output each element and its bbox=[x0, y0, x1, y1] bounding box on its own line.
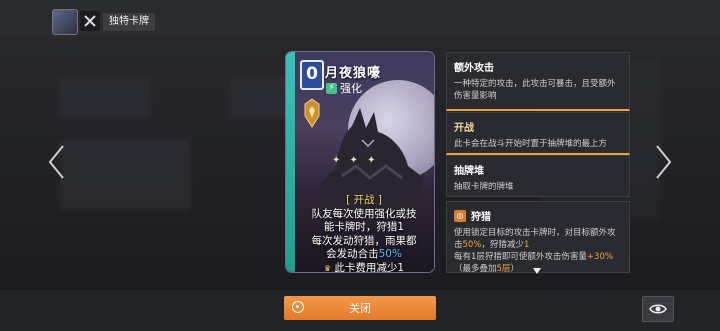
avatar[interactable] bbox=[52, 9, 78, 35]
card-text-line: 队友每次使用强化或技 bbox=[311, 207, 417, 220]
info-body: 此卡会在战斗开始时置于抽牌堆的最上方 bbox=[454, 139, 608, 149]
view-toggle-button[interactable] bbox=[642, 296, 674, 322]
card-cost: 0 bbox=[300, 60, 324, 90]
card-text-line: 能卡牌时，狩猎1 bbox=[323, 221, 405, 233]
info-body: 一种特定的攻击，此攻击可暴击，且受额外伤害量影响 bbox=[454, 79, 616, 101]
cost-reduce-icon: ♛ bbox=[323, 263, 332, 273]
info-title: 狩猎 bbox=[471, 212, 491, 223]
card-text-line: 每次发动狩猎，雨果都 bbox=[311, 234, 417, 247]
card-detail: 0 月夜狼嚎 ⚡ 强化 ✦ ✦ ✦ [ 开战 ] 队友每次使用强化或技 能卡牌时… bbox=[286, 52, 434, 272]
page-title: 独特卡牌 bbox=[103, 13, 155, 31]
card-text-line: ♛ 此卡费用减少1 bbox=[323, 261, 405, 273]
close-button-label: 关闭 bbox=[349, 302, 371, 315]
chevron-right-icon bbox=[656, 145, 672, 179]
info-title: 抽牌堆 bbox=[454, 166, 484, 177]
card-keyword: [ 开战 ] bbox=[346, 194, 382, 206]
info-panel-extra-attack: 额外攻击 一种特定的攻击，此攻击可暴击，且受额外伤害量影响 bbox=[446, 52, 630, 111]
info-title: 额外攻击 bbox=[454, 63, 494, 74]
eye-icon bbox=[649, 304, 667, 314]
scroll-down-indicator-icon[interactable] bbox=[533, 268, 541, 274]
card-text-line: 会发动合击50% bbox=[326, 248, 402, 260]
info-panel-battle-start: 开战 此卡会在战斗开始时置于抽牌堆的最上方 bbox=[446, 112, 630, 155]
card-name: 月夜狼嚎 bbox=[325, 66, 382, 81]
info-title: 开战 bbox=[454, 123, 474, 134]
info-panel-draw-pile: 抽牌堆 抽取卡牌的牌堆 bbox=[446, 155, 630, 197]
crossed-swords-icon bbox=[80, 11, 100, 31]
card-type: ⚡ 强化 bbox=[326, 80, 362, 96]
prev-arrow-button[interactable] bbox=[43, 142, 69, 182]
lightning-icon: ⚡ bbox=[326, 82, 337, 94]
close-circle-icon bbox=[292, 301, 304, 313]
chevron-left-icon bbox=[48, 145, 64, 179]
sparkle-decoration: ✦ ✦ ✦ bbox=[332, 155, 379, 166]
card-side-strip bbox=[286, 52, 295, 272]
next-arrow-button[interactable] bbox=[651, 142, 677, 182]
info-panel-hunt: ◎ 狩猎 使用锁定目标的攻击卡牌时，对目标额外攻击50%，狩猎减少1 每有1层狩… bbox=[446, 201, 630, 274]
hunt-target-icon: ◎ bbox=[454, 209, 466, 222]
rank-badge-icon bbox=[304, 98, 320, 128]
card-description: [ 开战 ] 队友每次使用强化或技 能卡牌时，狩猎1 每次发动狩猎，雨果都 会发… bbox=[300, 194, 428, 272]
info-body: 抽取卡牌的牌堆 bbox=[454, 182, 514, 192]
info-title-row: ◎ 狩猎 bbox=[447, 202, 629, 223]
card-type-label: 强化 bbox=[340, 82, 362, 95]
close-button[interactable]: 关闭 bbox=[284, 296, 436, 320]
